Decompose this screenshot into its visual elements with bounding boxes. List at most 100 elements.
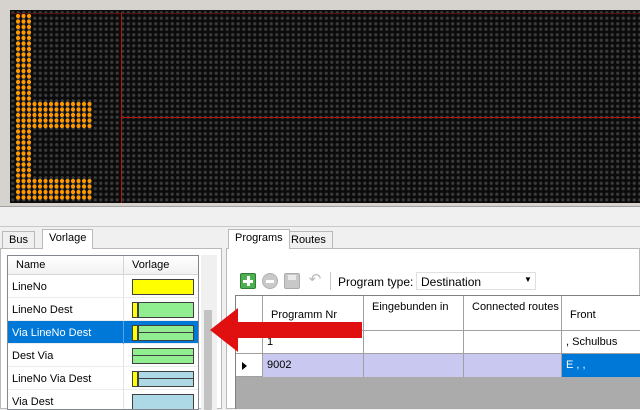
led-dot-lit (15, 90, 21, 96)
vorlage-name: Via LineNo Dest (12, 327, 92, 339)
toolbar-separator (330, 272, 331, 290)
cell-eingebunden[interactable] (364, 354, 464, 377)
row-header[interactable] (236, 354, 263, 377)
led-dot-lit (21, 140, 26, 145)
chevron-down-icon[interactable]: ▼ (524, 275, 532, 284)
cell-front[interactable]: E , , (562, 354, 640, 377)
led-dot-lit (15, 145, 21, 151)
led-dot-lit (15, 68, 21, 74)
led-dot-lit (32, 118, 37, 123)
led-dot-lit (65, 189, 70, 195)
led-dot-lit (70, 195, 76, 200)
led-dot-lit (37, 118, 43, 123)
led-dot-lit (87, 184, 92, 189)
tab-programs[interactable]: Programs (228, 229, 290, 249)
led-dot-lit (43, 189, 48, 195)
tab-routes[interactable]: Routes (284, 231, 333, 248)
led-dot-lit (59, 195, 65, 200)
cell-connected-routes[interactable] (464, 331, 562, 354)
vorlage-name: Via Dest (12, 396, 54, 408)
led-dot-lit (65, 184, 70, 189)
led-dot-lit (65, 107, 70, 112)
led-dot-lit (54, 178, 59, 184)
save-icon[interactable] (284, 273, 300, 289)
add-icon[interactable] (240, 273, 256, 289)
vorlage-swatch (132, 371, 194, 387)
led-dot-lit (26, 19, 32, 24)
led-dot-lit (59, 101, 65, 107)
column-header-front[interactable]: Front (562, 296, 640, 331)
left-tab-strip: Bus Vorlage (0, 228, 222, 249)
list-item[interactable]: LineNo (8, 275, 198, 298)
tab-vorlage[interactable]: Vorlage (42, 229, 94, 249)
led-dot-lit (26, 123, 32, 129)
led-dot-lit (21, 112, 26, 118)
vorlage-grid: Name Vorlage LineNo LineNo Dest Via LineNo… (7, 255, 199, 410)
led-dot-lit (26, 52, 32, 57)
column-header-name[interactable]: Name (8, 256, 124, 275)
led-dot-lit (37, 107, 43, 112)
list-item[interactable]: Via LineNo Dest (8, 321, 198, 344)
cell-connected-routes[interactable] (464, 354, 562, 377)
led-dot-lit (65, 118, 70, 123)
column-header-connected-routes[interactable]: Connected routes (464, 296, 562, 331)
led-dot-lit (26, 90, 32, 96)
column-separator (123, 298, 124, 321)
led-dot-lit (32, 195, 37, 200)
table-row[interactable]: 9002 E , , (236, 354, 640, 377)
list-item[interactable]: Via Dest (8, 390, 198, 409)
led-dot-lit (81, 107, 87, 112)
led-display-frame (0, 0, 640, 207)
led-dot-lit (26, 189, 32, 195)
list-item[interactable]: Dest Via (8, 344, 198, 367)
led-dot-lit (48, 118, 54, 123)
led-dot-lit (26, 156, 32, 162)
led-dot-lit (26, 129, 32, 134)
led-dot-lit (26, 41, 32, 46)
vorlage-swatch (132, 348, 194, 364)
vorlage-swatch (132, 394, 194, 409)
led-dot-lit (21, 145, 26, 151)
remove-icon[interactable] (262, 273, 278, 289)
led-dot-lit (54, 189, 59, 195)
led-dot-lit (26, 79, 32, 85)
list-item[interactable]: LineNo Via Dest (8, 367, 198, 390)
led-dot-lit (43, 107, 48, 112)
led-dot-lit (26, 195, 32, 200)
led-dot-lit (48, 112, 54, 118)
led-dot-lit (21, 35, 26, 41)
led-dot-lit (26, 178, 32, 184)
undo-icon[interactable]: ↶ (306, 272, 324, 288)
column-header-vorlage[interactable]: Vorlage (124, 256, 198, 275)
led-dot-lit (15, 24, 21, 30)
led-dot-lit (48, 184, 54, 189)
tab-vorlage-label: Vorlage (49, 232, 87, 244)
list-item[interactable]: LineNo Dest (8, 298, 198, 321)
led-dot-lit (21, 156, 26, 162)
swatch-segment (132, 394, 194, 409)
led-dot-lit (87, 118, 92, 123)
led-dot-lit (21, 173, 26, 178)
led-dot-lit (76, 178, 81, 184)
led-dot-lit (21, 52, 26, 57)
led-dot-lit (26, 30, 32, 35)
led-dot-lit (15, 151, 21, 156)
cell-front[interactable]: , Schulbus (562, 331, 640, 354)
cell-eingebunden[interactable] (364, 331, 464, 354)
panel-splitter[interactable] (0, 207, 640, 227)
led-dot-lit (48, 101, 54, 107)
led-dot-lit (70, 112, 76, 118)
tab-bus[interactable]: Bus (2, 231, 35, 248)
led-dot-lit (21, 167, 26, 173)
led-dot-lit (26, 107, 32, 112)
cell-programm-nr[interactable]: 9002 (263, 354, 364, 377)
led-dot-lit (70, 178, 76, 184)
led-dot-lit (15, 46, 21, 52)
led-dot-lit (43, 101, 48, 107)
display-top-border (12, 13, 640, 14)
led-dot-lit (26, 57, 32, 63)
led-dot-lit (21, 90, 26, 96)
column-header-eingebunden[interactable]: Eingebunden in (364, 296, 464, 331)
led-dot-lit (21, 68, 26, 74)
program-type-select[interactable]: Destination (416, 272, 536, 290)
